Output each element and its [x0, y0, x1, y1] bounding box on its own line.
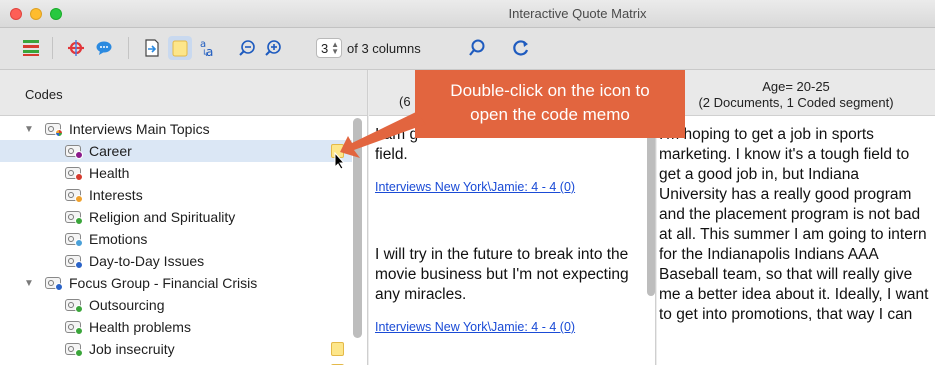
zoom-in-button[interactable] [262, 36, 284, 60]
instruction-callout: Double-click on the icon to open the cod… [415, 70, 685, 138]
comment-toggle-button[interactable] [92, 36, 116, 60]
code-label: Interests [89, 187, 143, 203]
title-bar: Interactive Quote Matrix [0, 0, 935, 28]
code-tree-item[interactable]: Health problems [0, 316, 352, 338]
refresh-icon [513, 40, 529, 56]
codes-panel: Codes ▼ Interviews Main Topics Career Healt… [0, 70, 368, 365]
segment-source-link[interactable]: Interviews New York\Jamie: 4 - 4 (0) [375, 180, 575, 194]
code-icon [65, 343, 83, 357]
code-icon [65, 145, 83, 159]
zoom-out-icon [239, 40, 255, 56]
column-2-header-text: (6 [399, 94, 411, 109]
code-icon [65, 255, 83, 269]
code-icon [65, 211, 83, 225]
stepper-arrows-icon[interactable]: ▲ ▼ [331, 41, 339, 56]
export-button[interactable] [141, 36, 163, 60]
code-tree-item[interactable]: Emotions [0, 228, 352, 250]
code-tree-item[interactable]: Career [0, 140, 352, 162]
zoom-out-button[interactable] [236, 36, 258, 60]
code-tree-item[interactable]: ▼ Focus Group - Financial Crisis [0, 272, 352, 294]
show-memos-toggle[interactable] [168, 36, 192, 60]
segment-source-link[interactable]: Interviews New York\Jamie: 4 - 4 (0) [375, 320, 575, 334]
code-label: Interviews Main Topics [69, 121, 210, 137]
memo-icon [172, 40, 188, 56]
text-format-icon: a a ↳ [200, 39, 213, 58]
codes-header: Codes [0, 70, 367, 116]
code-label: Health [89, 165, 130, 181]
code-tree-item[interactable]: Religion and Spirituality [0, 206, 352, 228]
code-label: Focus Group - Financial Crisis [69, 275, 258, 291]
code-label: Religion and Spirituality [89, 209, 236, 225]
activation-toggle-button[interactable] [64, 36, 88, 60]
code-icon [65, 299, 83, 313]
mouse-cursor-icon [334, 152, 346, 170]
code-label: Emotions [89, 231, 148, 247]
window-title: Interactive Quote Matrix [508, 6, 647, 21]
column-3-header: Age= 20-25 (2 Documents, 1 Coded segment… [657, 70, 935, 116]
app-window: Interactive Quote Matrix a a ↳ 3 ▲ ▼ of … [0, 0, 935, 365]
refresh-button[interactable] [510, 36, 532, 60]
code-label: Day-to-Day Issues [89, 253, 205, 269]
code-label: Job insecruity [89, 341, 175, 357]
activate-codes-icon [68, 40, 84, 56]
column-3: Age= 20-25 (2 Documents, 1 Coded segment… [657, 70, 935, 365]
code-icon [65, 233, 83, 247]
speech-bubble-icon [96, 41, 112, 55]
code-tree-item[interactable]: Interests [0, 184, 352, 206]
code-tree-item[interactable]: ▼ Interviews Main Topics [0, 118, 352, 140]
svg-text:↳: ↳ [202, 49, 210, 58]
column-2-scrollbar[interactable] [647, 126, 655, 296]
columns-label: of 3 columns [347, 41, 421, 56]
code-set-icon [45, 277, 63, 291]
toolbar: a a ↳ 3 ▲ ▼ of 3 columns [0, 28, 935, 70]
coded-segment-text: I'm hoping to get a job in sports market… [659, 126, 929, 323]
code-list-icon [23, 40, 39, 56]
disclosure-triangle-icon[interactable]: ▼ [24, 124, 34, 135]
column-3-header-title: Age= 20-25 [762, 79, 830, 94]
font-size-button[interactable]: a a ↳ [197, 36, 221, 60]
code-label: Health problems [89, 319, 191, 335]
code-icon [65, 167, 83, 181]
code-label: Career [89, 143, 132, 159]
code-icon [65, 321, 83, 335]
zoom-in-icon [265, 40, 281, 56]
column-count-value: 3 [321, 40, 329, 56]
code-label: Outsourcing [89, 297, 165, 313]
code-tree-item[interactable]: Outsourcing [0, 294, 352, 316]
code-icon [65, 189, 83, 203]
code-set-icon [45, 123, 63, 137]
search-icon [469, 39, 485, 56]
code-tree-item[interactable]: Financial issues [0, 360, 352, 365]
code-tree-item[interactable]: Health [0, 162, 352, 184]
callout-line-2: open the code memo [470, 105, 630, 124]
search-button[interactable] [466, 36, 488, 60]
code-system-toggle-button[interactable] [20, 36, 42, 60]
code-tree-item[interactable]: Day-to-Day Issues [0, 250, 352, 272]
column-count-stepper[interactable]: 3 ▲ ▼ [316, 38, 342, 58]
callout-arrow-icon [340, 112, 426, 158]
disclosure-triangle-icon[interactable]: ▼ [24, 278, 34, 289]
callout-line-1: Double-click on the icon to [450, 81, 650, 100]
code-tree-item[interactable]: Job insecruity [0, 338, 352, 360]
code-memo-icon[interactable] [331, 342, 344, 356]
coded-segment-text: I will try in the future to break into t… [375, 246, 629, 303]
column-3-header-subtitle: (2 Documents, 1 Coded segment) [698, 95, 894, 110]
document-export-icon [145, 39, 159, 57]
